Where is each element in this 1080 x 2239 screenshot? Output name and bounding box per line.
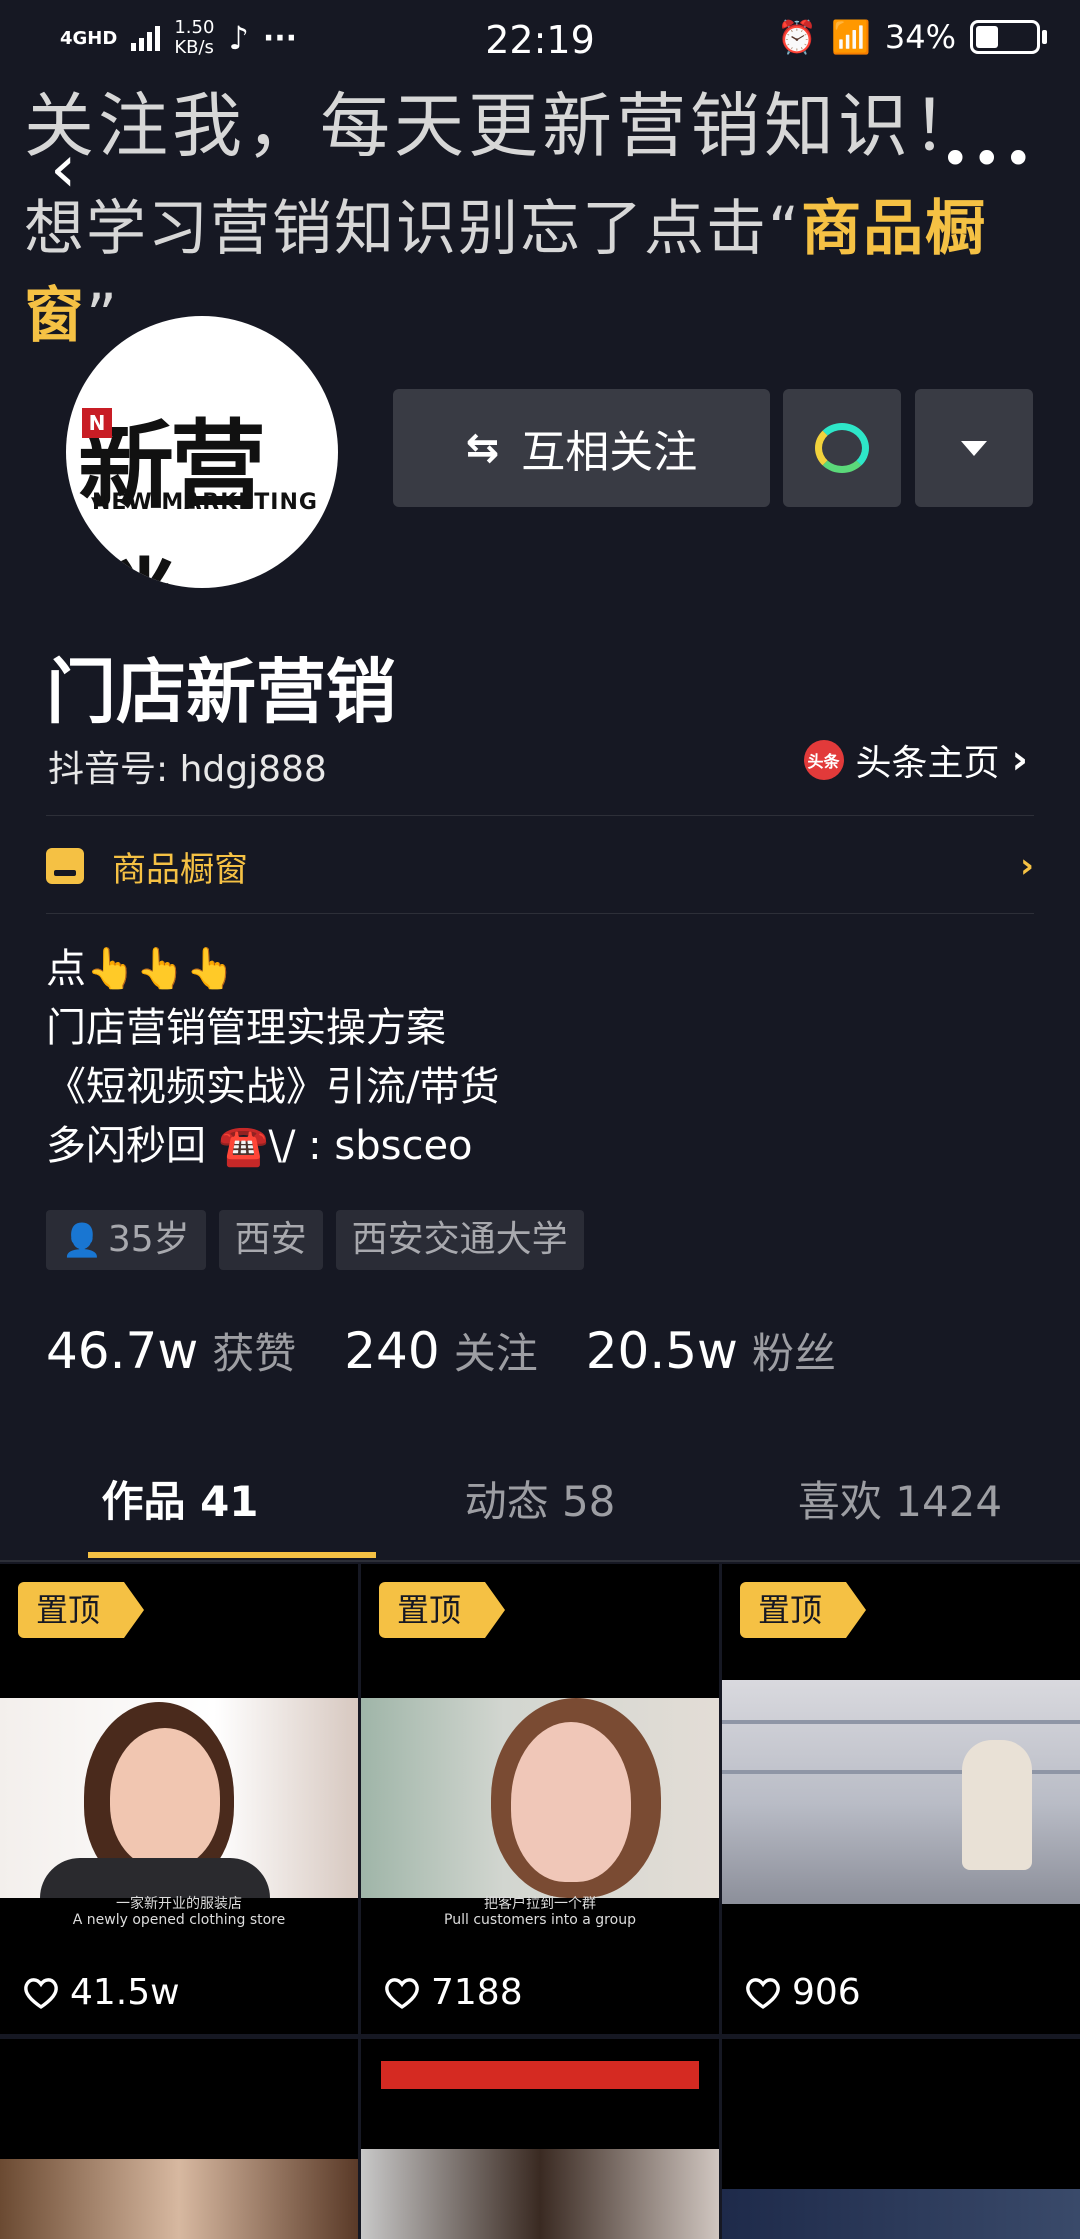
likes-count-label: 906	[792, 1972, 861, 2013]
video-card[interactable]	[361, 2039, 719, 2239]
likes-count-label: 41.5w	[70, 1972, 180, 2013]
pinned-badge: 置顶	[740, 1582, 867, 1638]
tab-indicator	[88, 1552, 376, 1558]
back-icon[interactable]: ‹	[50, 130, 76, 207]
divider	[46, 913, 1034, 914]
video-card[interactable]: 把客户拉到一个群 Pull customers into a group 置顶 …	[361, 1564, 719, 2034]
message-button[interactable]	[783, 389, 901, 507]
video-thumbnail	[0, 1698, 358, 1898]
location-tag: 西安	[218, 1210, 323, 1270]
bio-line: 《短视频实战》引流/带货	[46, 1064, 500, 1110]
followers-count[interactable]: 20.5w	[586, 1322, 738, 1380]
tab-works[interactable]: 作品 41	[0, 1460, 360, 1560]
video-thumbnail	[361, 1698, 719, 1898]
likes-count-label: 7188	[431, 1972, 523, 2013]
school-tag: 西安交通大学	[335, 1210, 584, 1270]
bio-line: 点👆👆👆	[46, 946, 236, 992]
likes-label: 获赞	[212, 1329, 297, 1378]
heart-icon	[746, 1977, 780, 2009]
age-tag-label: 35岁	[107, 1219, 190, 1260]
alarm-icon: ⏰	[777, 18, 818, 56]
battery-icon	[970, 20, 1047, 54]
divider	[46, 815, 1034, 816]
tab-activity[interactable]: 动态 58	[360, 1460, 720, 1560]
divider	[0, 1560, 1080, 1562]
video-likes: 906	[744, 1972, 861, 2013]
video-likes: 7188	[383, 1972, 523, 2013]
following-count[interactable]: 240	[344, 1322, 439, 1380]
pinned-badge: 置顶	[18, 1582, 145, 1638]
video-thumbnail	[722, 1680, 1080, 1904]
video-card[interactable]	[722, 2039, 1080, 2239]
heart-icon	[24, 1977, 58, 2009]
heart-icon	[385, 1977, 419, 2009]
dropdown-button[interactable]	[915, 389, 1033, 507]
profile-stats: 46.7w 获赞 240 关注 20.5w 粉丝	[46, 1320, 884, 1381]
mutual-follow-button[interactable]: ⇆ 互相关注	[393, 389, 770, 507]
avatar-logo-mark: N	[82, 408, 112, 438]
video-likes: 41.5w	[22, 1972, 180, 2013]
banner-line-2-suffix: ”	[86, 281, 120, 351]
shop-window-link[interactable]: 商品橱窗 ›	[46, 834, 1034, 898]
profile-name: 门店新营销	[46, 651, 396, 733]
avatar-logo-text: 新营销	[78, 410, 266, 588]
toutiao-label: 头条主页	[855, 743, 1000, 784]
bio-line: 多闪秒回 ☎️\/ : sbsceo	[46, 1123, 473, 1169]
more-icon[interactable]: •••	[941, 130, 1035, 188]
pinned-badge: 置顶	[379, 1582, 506, 1638]
banner-line-2-prefix: 想学习营销知识别忘了点击“	[24, 194, 802, 264]
content-tabs: 作品 41 动态 58 喜欢 1424	[0, 1460, 1080, 1560]
video-card[interactable]	[0, 2039, 358, 2239]
tab-likes[interactable]: 喜欢 1424	[720, 1460, 1080, 1560]
mutual-follow-label: 互相关注	[521, 427, 698, 478]
video-thumbnail	[722, 2189, 1080, 2239]
video-card[interactable]: 一家新开业的服装店 A newly opened clothing store …	[0, 1564, 358, 2034]
bio-line: 门店营销管理实操方案	[46, 1005, 446, 1051]
chevron-right-icon: ›	[1011, 737, 1028, 783]
video-card[interactable]: 置顶 906	[722, 1564, 1080, 2034]
chat-bubble-icon	[815, 423, 869, 473]
video-thumbnail	[0, 2159, 358, 2239]
banner-line-1: 关注我，每天更新营销知识！	[24, 85, 986, 167]
likes-count: 46.7w	[46, 1322, 199, 1380]
swap-icon: ⇆	[465, 425, 500, 471]
toutiao-icon: 头条	[803, 740, 844, 780]
battery-percent: 34%	[884, 18, 956, 56]
video-thumbnail	[361, 2149, 719, 2239]
person-icon: 👤	[62, 1221, 102, 1259]
bio: 点👆👆👆 门店营销管理实操方案 《短视频实战》引流/带货 多闪秒回 ☎️\/ :…	[46, 940, 499, 1176]
following-label[interactable]: 关注	[454, 1320, 538, 1381]
video-caption: 一家新开业的服装店 A newly opened clothing store	[72, 1896, 286, 1928]
followers-label[interactable]: 粉丝	[752, 1320, 836, 1381]
avatar[interactable]: 新营销 N NEW MARKETING	[66, 316, 338, 588]
avatar-logo-sub: NEW MARKETING	[92, 490, 318, 515]
chevron-right-icon: ›	[1019, 846, 1034, 886]
profile-tags: 👤 35岁 西安 西安交通大学	[46, 1210, 584, 1270]
status-bar: 4GHD 1.50 KB/s ♪ ··· 22:19 ⏰ 📶 34%	[0, 0, 1080, 80]
douyin-id: 抖音号: hdgj888	[48, 749, 327, 790]
shop-icon	[46, 848, 84, 884]
wifi-icon: 📶	[831, 18, 871, 56]
shop-label: 商品橱窗	[112, 849, 248, 890]
banner-stripe	[381, 2061, 699, 2089]
video-caption: 把客户拉到一个群 Pull customers into a group	[444, 1896, 636, 1928]
age-tag: 👤 35岁	[46, 1210, 206, 1270]
chevron-down-icon	[961, 440, 987, 456]
status-right: ⏰ 📶 34%	[777, 18, 1047, 56]
toutiao-homepage-link[interactable]: 头条 头条主页 ›	[803, 734, 1028, 786]
